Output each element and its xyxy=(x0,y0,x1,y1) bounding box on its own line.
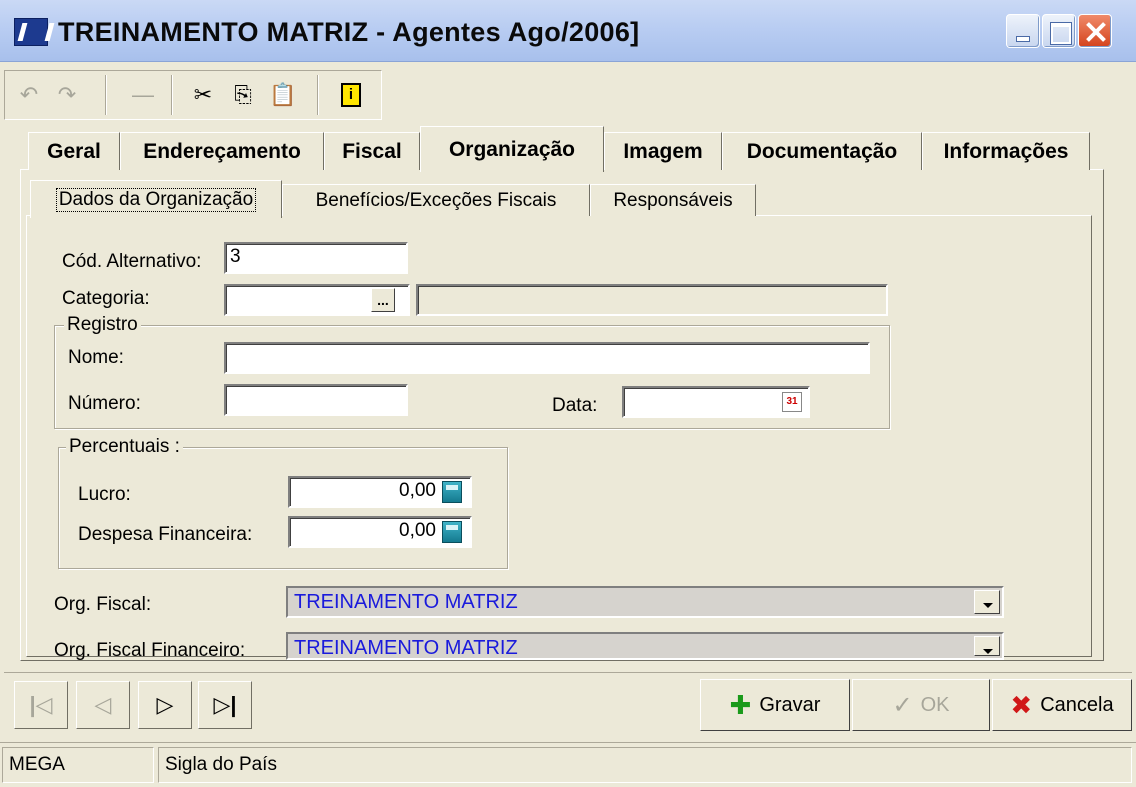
nome-input[interactable] xyxy=(224,342,870,374)
org-fiscal-select[interactable]: TREINAMENTO MATRIZ xyxy=(286,586,1004,618)
toolbar-separator xyxy=(171,75,173,115)
tab-enderecamento[interactable]: Endereçamento xyxy=(120,132,324,170)
tab-organizacao[interactable]: Organização xyxy=(420,126,604,172)
calculator-icon[interactable] xyxy=(442,481,462,503)
record-navigator: |◁ ◁ ▷ ▷| ✚ Gravar ✓ OK ✖ Cancela xyxy=(4,672,1132,736)
numero-input[interactable] xyxy=(224,384,408,416)
chevron-down-icon[interactable] xyxy=(974,590,1000,614)
percentuais-title: Percentuais : xyxy=(66,436,183,458)
main-tabs: Geral Endereçamento Fiscal Organização I… xyxy=(28,126,1098,172)
org-fiscal-financeiro-label: Org. Fiscal Financeiro: xyxy=(54,640,246,661)
title-bar[interactable]: TREINAMENTO MATRIZ - Agentes Ago/2006] xyxy=(0,0,1136,62)
plus-icon: ✚ xyxy=(729,689,752,720)
categoria-label: Categoria: xyxy=(62,288,150,309)
copy-icon[interactable]: ⎘ xyxy=(227,77,259,113)
redo-icon[interactable]: ↷ xyxy=(51,77,83,113)
status-bar: MEGA Sigla do País xyxy=(0,742,1136,787)
info-icon[interactable]: i xyxy=(335,77,367,113)
tab-informacoes[interactable]: Informações xyxy=(922,132,1090,170)
toolbar-separator xyxy=(317,75,319,115)
numero-label: Número: xyxy=(68,393,141,414)
close-icon: ✖ xyxy=(1010,689,1033,720)
categoria-lookup-button[interactable]: ... xyxy=(371,288,395,312)
subtab-responsaveis[interactable]: Responsáveis xyxy=(590,184,756,216)
minus-icon[interactable]: — xyxy=(127,77,159,113)
window-title: TREINAMENTO MATRIZ - Agentes Ago/2006] xyxy=(58,17,640,47)
nome-label: Nome: xyxy=(68,347,124,368)
cut-icon[interactable]: ✂ xyxy=(187,77,219,113)
close-button[interactable] xyxy=(1078,14,1112,48)
chevron-down-icon[interactable] xyxy=(974,636,1000,656)
org-fiscal-financeiro-select[interactable]: TREINAMENTO MATRIZ xyxy=(286,632,1004,660)
sub-tabs: Dados da Organização Benefícios/Exceções… xyxy=(30,180,760,218)
tab-fiscal[interactable]: Fiscal xyxy=(324,132,420,170)
undo-icon[interactable]: ↶ xyxy=(13,77,45,113)
tab-geral[interactable]: Geral xyxy=(28,132,120,170)
calendar-icon[interactable]: 31 xyxy=(782,392,802,412)
prior-record-button[interactable]: ◁ xyxy=(76,681,130,729)
paste-icon[interactable]: 📋 xyxy=(267,77,299,113)
status-hint: Sigla do País xyxy=(158,747,1132,783)
percentuais-groupbox xyxy=(58,447,508,569)
data-label: Data: xyxy=(552,395,598,416)
subtab-dados-organizacao[interactable]: Dados da Organização xyxy=(30,180,282,218)
next-record-button[interactable]: ▷ xyxy=(138,681,192,729)
app-logo-icon xyxy=(14,18,48,46)
main-window: TREINAMENTO MATRIZ - Agentes Ago/2006] ↶… xyxy=(0,0,1136,787)
lucro-label: Lucro: xyxy=(78,484,131,505)
categoria-description-field xyxy=(416,284,888,316)
checkmark-icon: ✓ xyxy=(892,691,913,719)
cod-alternativo-input[interactable]: 3 xyxy=(224,242,408,274)
calculator-icon[interactable] xyxy=(442,521,462,543)
toolbar: ↶ ↷ — ✂ ⎘ 📋 i xyxy=(4,70,382,120)
tab-documentacao[interactable]: Documentação xyxy=(722,132,922,170)
registro-title: Registro xyxy=(64,314,141,336)
despesa-financeira-label: Despesa Financeira: xyxy=(78,524,253,545)
cod-alternativo-label: Cód. Alternativo: xyxy=(62,251,202,272)
status-user: MEGA xyxy=(2,747,154,783)
tab-imagem[interactable]: Imagem xyxy=(604,132,722,170)
subtab-beneficios[interactable]: Benefícios/Exceções Fiscais xyxy=(282,184,590,216)
toolbar-separator xyxy=(105,75,107,115)
org-fiscal-value: TREINAMENTO MATRIZ xyxy=(294,591,518,613)
org-fiscal-label: Org. Fiscal: xyxy=(54,594,152,615)
cancela-button[interactable]: ✖ Cancela xyxy=(992,679,1132,731)
last-record-button[interactable]: ▷| xyxy=(198,681,252,729)
first-record-button[interactable]: |◁ xyxy=(14,681,68,729)
maximize-button[interactable] xyxy=(1042,14,1076,48)
org-fiscal-financeiro-value: TREINAMENTO MATRIZ xyxy=(294,637,518,659)
ok-button[interactable]: ✓ OK xyxy=(852,679,990,731)
gravar-button[interactable]: ✚ Gravar xyxy=(700,679,850,731)
minimize-button[interactable] xyxy=(1006,14,1040,48)
